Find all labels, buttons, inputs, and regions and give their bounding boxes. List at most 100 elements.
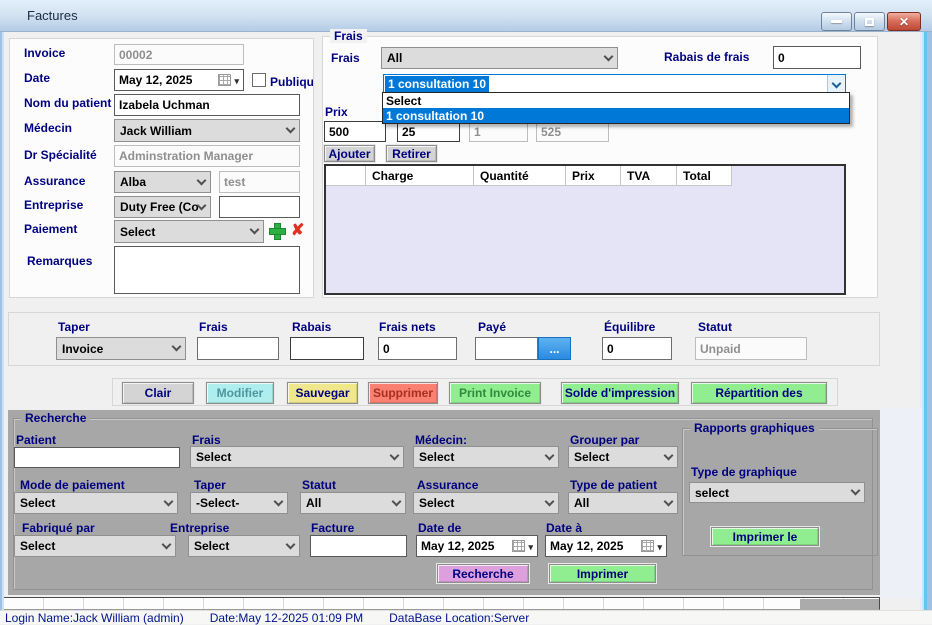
search-medecin-label: Médecin: (415, 433, 467, 447)
search-type-patient-select[interactable]: All (568, 492, 678, 514)
chevron-down-icon[interactable] (528, 539, 533, 553)
charges-grid[interactable]: Charge Quantité Prix TVA Total (324, 164, 846, 295)
grid-col-quantite[interactable]: Quantité (474, 166, 566, 186)
company-select[interactable]: Duty Free (Co (114, 196, 211, 218)
graph-type-select[interactable]: select (689, 482, 865, 503)
search-medecin-select[interactable]: Select (413, 446, 559, 468)
quantite-field[interactable]: 25 (397, 121, 460, 142)
date-picker[interactable]: May 12, 2025 (114, 69, 244, 91)
rabais-de-frais-label: Rabais de frais (664, 50, 749, 64)
combo-dropdown-button[interactable] (827, 75, 845, 93)
tva-field: 1 (469, 121, 528, 142)
frais-filter-select[interactable]: All (381, 47, 618, 69)
patient-name-field[interactable]: Izabela Uchman (114, 94, 300, 116)
chevron-down-icon (832, 78, 842, 88)
search-date-de-picker[interactable]: May 12, 2025 (416, 535, 538, 557)
calendar-icon[interactable] (512, 540, 525, 552)
reports-groupbox: Rapports graphiques Type de graphique se… (682, 428, 878, 556)
supprimer-button[interactable]: Supprimer (368, 382, 438, 404)
delete-payment-icon[interactable] (291, 220, 304, 240)
calendar-icon[interactable] (641, 540, 654, 552)
search-grouper-select[interactable]: Select (568, 446, 678, 468)
chevron-down-icon (664, 496, 674, 506)
search-entreprise-select[interactable]: Select (188, 535, 300, 557)
search-date-a-label: Date à (546, 521, 582, 535)
remarks-textarea[interactable] (114, 246, 300, 294)
modifier-button[interactable]: Modifier (206, 382, 274, 404)
search-date-a-picker[interactable]: May 12, 2025 (545, 535, 667, 557)
maximize-button[interactable] (854, 12, 885, 31)
clair-button[interactable]: Clair (122, 382, 194, 404)
chevron-down-icon (286, 539, 296, 549)
dropdown-option-select[interactable]: Select (383, 93, 849, 108)
chevron-down-icon (545, 496, 555, 506)
publique-checkbox[interactable] (252, 73, 266, 87)
search-mode-select[interactable]: Select (14, 492, 178, 514)
factures-window: { "window": { "title": "Factures" }, "in… (0, 0, 932, 624)
search-statut-select[interactable]: All (300, 492, 406, 514)
sauvegar-button[interactable]: Sauvegar (287, 382, 358, 404)
frais-total-field[interactable] (197, 337, 279, 360)
close-icon (899, 13, 909, 31)
frais-nets-field[interactable]: 0 (378, 337, 457, 360)
insurance-select[interactable]: Alba (114, 171, 211, 193)
solde-impression-button[interactable]: Solde d'impression (561, 382, 679, 404)
chevron-down-icon (197, 200, 207, 210)
search-patient-input[interactable] (14, 447, 180, 468)
totals-groupbox: Taper Frais Rabais Frais nets Payé Équil… (8, 312, 880, 366)
grid-col-tva[interactable]: TVA (621, 166, 677, 186)
title-bar[interactable]: Factures (0, 0, 932, 32)
specialty-label: Dr Spécialité (24, 148, 97, 162)
status-database: DataBase Location:Server (389, 611, 529, 625)
dropdown-option-consultation[interactable]: 1 consultation 10 (383, 108, 849, 123)
horizontal-scrollbar[interactable] (4, 597, 880, 610)
paye-field[interactable] (475, 337, 538, 360)
statut-label: Statut (698, 320, 732, 334)
rabais-field[interactable] (290, 337, 364, 360)
print-invoice-button[interactable]: Print Invoice (449, 382, 541, 404)
imprimer-le-button[interactable]: Imprimer le (711, 527, 819, 546)
ajouter-button[interactable]: Ajouter (324, 145, 375, 162)
search-fabrique-select[interactable]: Select (14, 535, 176, 557)
doctor-select[interactable]: Jack William (114, 119, 300, 142)
charge-dropdown-list: Select 1 consultation 10 (382, 92, 850, 124)
paye-browse-button[interactable]: ... (538, 337, 571, 360)
insurance-note-field[interactable]: test (219, 171, 300, 193)
grid-col-total[interactable]: Total (677, 166, 732, 186)
grid-col-rowheader[interactable] (326, 166, 366, 186)
close-button[interactable] (887, 12, 921, 31)
company-note-field[interactable] (219, 196, 300, 218)
chevron-down-icon[interactable] (657, 539, 662, 553)
charge-select[interactable]: 1 consultation 10 (383, 74, 846, 94)
grid-col-charge[interactable]: Charge (366, 166, 474, 186)
calendar-icon[interactable] (218, 74, 231, 86)
search-taper-select[interactable]: -Select- (190, 492, 288, 514)
retirer-button[interactable]: Retirer (386, 145, 437, 162)
chevron-down-icon (392, 496, 402, 506)
doctor-label: Médecin (24, 121, 72, 135)
recherche-button[interactable]: Recherche (437, 564, 529, 583)
minimize-icon (831, 20, 842, 23)
search-facture-input[interactable] (310, 535, 407, 557)
graph-type-label: Type de graphique (691, 465, 797, 479)
chevron-down-icon (664, 450, 674, 460)
frais-total-label: Frais (199, 320, 228, 334)
taper-select[interactable]: Invoice (56, 337, 186, 360)
minimize-button[interactable] (821, 12, 852, 31)
rabais-de-frais-field[interactable]: 0 (773, 46, 861, 69)
search-facture-label: Facture (311, 521, 354, 535)
search-assurance-select[interactable]: Select (413, 492, 559, 514)
chevron-down-icon[interactable] (234, 73, 239, 87)
equilibre-field[interactable]: 0 (602, 337, 672, 360)
frais-groupbox-legend: Frais (330, 29, 367, 43)
scrollbar-thumb[interactable] (800, 599, 879, 610)
chevron-down-icon (164, 496, 174, 506)
imprimer-button[interactable]: Imprimer (549, 564, 656, 583)
grid-col-prix[interactable]: Prix (566, 166, 621, 186)
search-statut-label: Statut (302, 478, 336, 492)
search-frais-select[interactable]: Select (190, 446, 404, 468)
search-type-patient-label: Type de patient (570, 478, 657, 492)
repartition-button[interactable]: Répartition des (691, 382, 827, 404)
payment-select[interactable]: Select (114, 220, 264, 243)
prix-field[interactable]: 500 (324, 121, 386, 142)
